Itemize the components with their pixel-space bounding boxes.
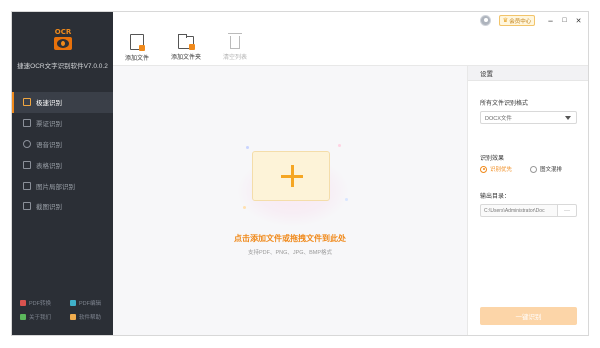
- crop-icon: [23, 181, 31, 190]
- app-window: OCR 捷速OCR文字识别软件V7.0.0.2 极速识别 票证识别 语音识别 表…: [11, 11, 589, 336]
- vip-center-button[interactable]: ♛ 会员中心: [499, 15, 535, 26]
- sidebar-item-voice-ocr[interactable]: 语音识别: [12, 134, 113, 155]
- start-recognition-button[interactable]: 一键识别: [480, 307, 577, 325]
- plus-icon: [281, 165, 303, 187]
- sidebar-item-screenshot-ocr[interactable]: 截图识别: [12, 196, 113, 217]
- browse-button[interactable]: ···: [558, 204, 577, 217]
- pdf-edit-icon: [70, 300, 76, 306]
- sparkle-icon: [345, 198, 348, 201]
- clear-list-button[interactable]: 清空列表: [221, 29, 249, 66]
- sidebar-item-partial-ocr[interactable]: 图片局部识别: [12, 175, 113, 196]
- radio-mixed-layout[interactable]: 图文混排: [530, 165, 562, 173]
- app-logo: OCR: [52, 28, 74, 52]
- toolbar: 添加文件 添加文件夹 清空列表: [113, 29, 588, 66]
- lightning-icon: [23, 98, 31, 107]
- microphone-icon: [23, 139, 31, 148]
- user-avatar-icon[interactable]: [480, 15, 491, 26]
- format-label: 所有文件识别格式: [480, 101, 529, 107]
- sidebar-item-label: 图片局部识别: [36, 183, 75, 191]
- sidebar: OCR 捷速OCR文字识别软件V7.0.0.2 极速识别 票证识别 语音识别 表…: [12, 12, 113, 335]
- pdf-edit-label: PDF编辑: [79, 301, 102, 307]
- output-path-field[interactable]: C:\Users\Administrator\Doc: [480, 204, 558, 217]
- sparkle-icon: [338, 144, 341, 147]
- about-us-label: 关于我们: [29, 315, 52, 321]
- add-folder-button[interactable]: 添加文件夹: [168, 29, 204, 66]
- sparkle-icon: [243, 206, 246, 209]
- sidebar-item-fast-ocr[interactable]: 极速识别: [12, 92, 113, 113]
- about-us-link[interactable]: 关于我们: [20, 313, 51, 321]
- add-file-button[interactable]: 添加文件: [123, 29, 151, 66]
- pdf-edit-link[interactable]: PDF编辑: [70, 299, 101, 307]
- minimize-button[interactable]: −: [544, 14, 557, 27]
- maximize-button[interactable]: □: [558, 14, 571, 27]
- sidebar-item-label: 截图识别: [36, 204, 62, 212]
- clear-list-label: 清空列表: [222, 55, 247, 61]
- file-drop-area[interactable]: 点击添加文件或拖拽文件到此处 支持PDF、PNG、JPG、BMP格式: [113, 66, 467, 335]
- pdf-convert-link[interactable]: PDF转换: [20, 299, 51, 307]
- help-label: 软件帮助: [79, 315, 102, 321]
- sidebar-item-table-ocr[interactable]: 表格识别: [12, 154, 113, 175]
- sidebar-item-ticket-ocr[interactable]: 票证识别: [12, 113, 113, 134]
- radio-checked-icon: [480, 165, 487, 173]
- radio-label: 识别优先: [490, 167, 513, 173]
- settings-panel: 设置 所有文件识别格式 DOCX文件 识别效果 识别优先 图文混排 输出目录： …: [467, 66, 588, 335]
- screenshot-icon: [23, 202, 31, 211]
- help-link[interactable]: 软件帮助: [70, 313, 101, 321]
- radio-unchecked-icon: [530, 165, 537, 173]
- add-folder-icon: [178, 34, 195, 50]
- format-select[interactable]: DOCX文件: [480, 111, 577, 124]
- radio-recognition-priority[interactable]: 识别优先: [480, 165, 512, 173]
- supported-formats: 支持PDF、PNG、JPG、BMP格式: [247, 250, 333, 256]
- eye-icon: [54, 37, 72, 50]
- help-icon: [70, 314, 76, 320]
- about-icon: [20, 314, 26, 320]
- trash-icon: [228, 33, 242, 49]
- format-select-value: DOCX文件: [485, 115, 512, 122]
- vip-center-label: 会员中心: [509, 18, 532, 25]
- crown-icon: ♛: [502, 18, 509, 24]
- logo-text: OCR: [54, 28, 72, 36]
- add-folder-label: 添加文件夹: [170, 55, 201, 61]
- table-icon: [23, 160, 31, 169]
- sidebar-item-label: 语音识别: [36, 141, 62, 149]
- settings-header: 设置: [468, 66, 588, 81]
- sidebar-item-label: 票证识别: [36, 121, 62, 129]
- drop-instruction[interactable]: 点击添加文件或拖拽文件到此处: [113, 233, 467, 244]
- add-file-card[interactable]: [252, 146, 330, 201]
- sidebar-item-label: 表格识别: [36, 162, 62, 170]
- close-button[interactable]: ✕: [572, 14, 585, 27]
- radio-label: 图文混排: [540, 167, 563, 173]
- sidebar-item-label: 极速识别: [36, 100, 62, 108]
- app-title: 捷速OCR文字识别软件V7.0.0.2: [17, 63, 108, 70]
- sparkle-icon: [246, 146, 249, 149]
- sidebar-nav: 极速识别 票证识别 语音识别 表格识别 图片局部识别 截图识别: [12, 92, 113, 217]
- title-bar: ♛ 会员中心 − □ ✕: [113, 12, 588, 29]
- add-file-icon: [130, 34, 145, 51]
- add-file-label: 添加文件: [124, 56, 149, 62]
- chevron-down-icon: [565, 116, 571, 120]
- pdf-convert-label: PDF转换: [29, 301, 52, 307]
- effect-label: 识别效果: [480, 156, 505, 162]
- pdf-convert-icon: [20, 300, 26, 306]
- output-dir-label: 输出目录：: [480, 194, 511, 200]
- ticket-icon: [23, 119, 31, 128]
